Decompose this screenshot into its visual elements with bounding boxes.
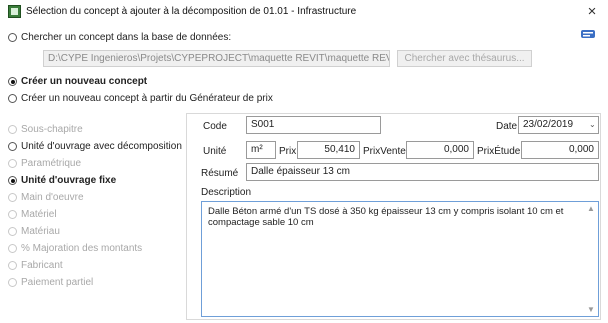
summary-label: Résumé	[201, 168, 239, 179]
help-icon[interactable]	[581, 29, 595, 39]
create-from-generator-radio[interactable]	[8, 94, 17, 103]
chevron-down-icon: ⌄	[589, 120, 596, 129]
summary-input[interactable]: Dalle épaisseur 13 cm	[246, 163, 599, 181]
search-thesaurus-button: Chercher avec thésaurus...	[397, 50, 532, 67]
create-from-generator-label: Créer un nouveau concept à partir du Gén…	[21, 93, 273, 104]
price-value: 50,410	[324, 144, 355, 155]
summary-value: Dalle épaisseur 13 cm	[251, 166, 350, 177]
unit-input[interactable]: m²	[246, 141, 276, 159]
type-radio[interactable]	[8, 142, 17, 151]
type-label-materiau: Matériau	[21, 226, 60, 237]
price-sale-label: PrixVente	[363, 146, 406, 157]
type-label-paiement-partiel: Paiement partiel	[21, 277, 94, 288]
scroll-up-icon[interactable]: ▲	[587, 205, 595, 213]
code-label: Code	[203, 121, 227, 132]
code-value: S001	[251, 119, 275, 130]
description-label: Description	[201, 187, 252, 198]
type-radio	[8, 159, 17, 168]
type-label-majoration: % Majoration des montants	[21, 243, 143, 254]
type-radio	[8, 261, 17, 270]
type-label-main-oeuvre: Main d'oeuvre	[21, 192, 84, 203]
description-textarea[interactable]: Dalle Béton armé d'un TS dosé à 350 kg é…	[201, 201, 599, 317]
close-button[interactable]: ×	[583, 3, 601, 21]
type-radio	[8, 244, 17, 253]
chevron-down-icon: ⌄	[381, 54, 388, 63]
type-label-sous-chapitre: Sous-chapitre	[21, 124, 83, 135]
type-label-unite-fixe: Unité d'ouvrage fixe	[21, 175, 117, 186]
type-label-unite-decomposition: Unité d'ouvrage avec décomposition	[21, 141, 182, 152]
type-radio	[8, 193, 17, 202]
price-study-input[interactable]: 0,000	[521, 141, 599, 159]
type-label-fabricant: Fabricant	[21, 260, 63, 271]
type-label-parametrique: Paramétrique	[21, 158, 82, 169]
type-radio	[8, 125, 17, 134]
code-input[interactable]: S001	[246, 116, 381, 134]
create-new-radio[interactable]	[8, 77, 17, 86]
type-radio[interactable]	[8, 176, 17, 185]
type-radio	[8, 227, 17, 236]
price-sale-input[interactable]: 0,000	[406, 141, 474, 159]
type-radio	[8, 278, 17, 287]
scroll-down-icon[interactable]: ▼	[587, 306, 595, 314]
description-text: Dalle Béton armé d'un TS dosé à 350 kg é…	[208, 206, 564, 228]
date-picker[interactable]: 23/02/2019	[518, 116, 599, 134]
price-sale-value: 0,000	[443, 144, 469, 155]
search-db-radio[interactable]	[8, 33, 17, 42]
db-path-value: D:\CYPE Ingenieros\Projets\CYPEPROJECT\m…	[48, 53, 390, 64]
price-study-label: PrixÉtude	[477, 146, 521, 157]
unit-value: m²	[251, 144, 263, 155]
title-bar: Sélection du concept à ajouter à la déco…	[0, 0, 608, 24]
type-label-materiel: Matériel	[21, 209, 57, 220]
db-path-select: D:\CYPE Ingenieros\Projets\CYPEPROJECT\m…	[43, 50, 390, 67]
type-radio	[8, 210, 17, 219]
price-study-value: 0,000	[568, 144, 594, 155]
window-title: Sélection du concept à ajouter à la déco…	[26, 6, 357, 17]
unit-label: Unité	[203, 146, 227, 157]
create-new-label: Créer un nouveau concept	[21, 76, 148, 87]
price-label: Prix	[279, 146, 297, 157]
price-input[interactable]: 50,410	[297, 141, 360, 159]
app-icon	[8, 5, 21, 18]
search-db-label: Chercher un concept dans la base de donn…	[21, 32, 232, 43]
date-value: 23/02/2019	[523, 119, 574, 130]
date-label: Date	[496, 121, 518, 132]
